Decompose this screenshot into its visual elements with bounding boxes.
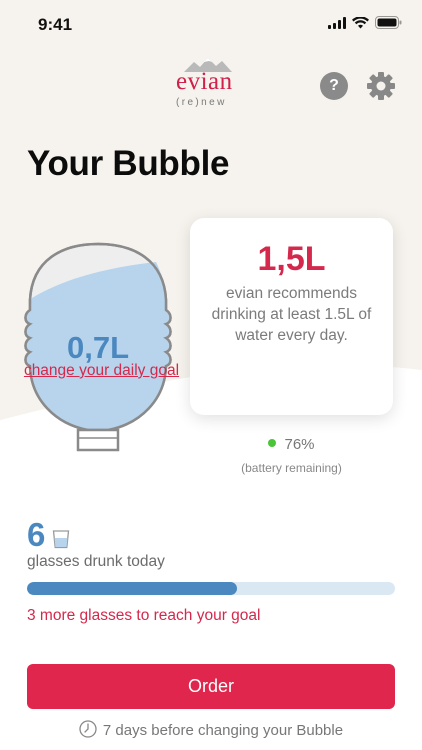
clock-icon	[79, 720, 97, 738]
daily-goal-card: 1,5L evian recommends drinking at least …	[190, 218, 393, 415]
footer-text: 7 days before changing your Bubble	[102, 722, 344, 739]
status-icons	[328, 16, 402, 29]
daily-goal-value: 1,5L	[257, 240, 326, 278]
help-icon: ?	[329, 77, 339, 94]
order-button[interactable]: Order	[27, 664, 395, 709]
gear-icon[interactable]	[366, 71, 396, 101]
battery-status: 76%	[190, 436, 393, 453]
bubble-change-notice: 7 days before changing your Bubble	[0, 720, 422, 739]
glasses-label: glasses drunk today	[27, 553, 165, 570]
logo-tagline: (re)new	[176, 97, 227, 108]
battery-percent: 76%	[284, 436, 315, 453]
wifi-icon	[352, 16, 369, 28]
glasses-progress-fill	[27, 582, 237, 595]
glass-icon	[52, 530, 70, 549]
glasses-progress-bar	[27, 582, 395, 595]
glasses-count: 6	[27, 516, 46, 553]
change-daily-goal-link[interactable]: change your daily goal	[20, 361, 183, 381]
battery-status-dot	[268, 439, 277, 447]
battery-label: (battery remaining)	[241, 461, 342, 475]
logo-wordmark: evian	[176, 68, 233, 95]
glasses-remaining-note: 3 more glasses to reach your goal	[27, 607, 261, 624]
signal-icon	[328, 16, 346, 29]
status-time: 9:41	[38, 15, 73, 34]
daily-goal-description: evian recommends drinking at least 1.5L …	[211, 285, 372, 344]
evian-logo: evian (re)new	[170, 56, 254, 116]
page-title: Your Bubble	[27, 144, 230, 183]
help-button[interactable]: ?	[320, 72, 348, 100]
status-bar: 9:41	[0, 0, 422, 50]
battery-icon	[375, 16, 402, 29]
order-button-label: Order	[187, 676, 234, 696]
